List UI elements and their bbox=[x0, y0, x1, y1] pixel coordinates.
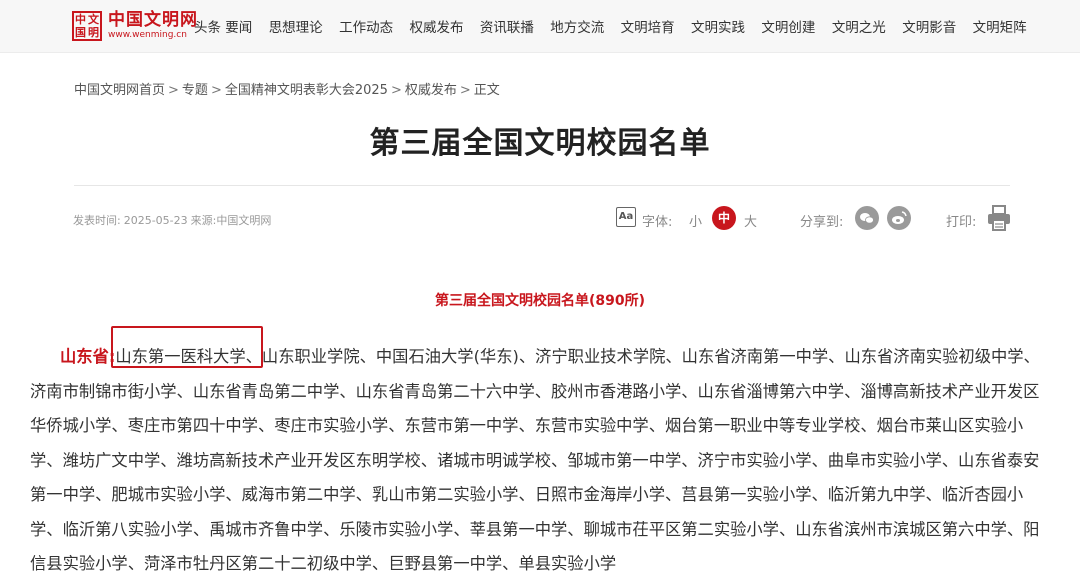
nav-item-light[interactable]: 文明之光 bbox=[832, 16, 886, 36]
nav-item-practice[interactable]: 文明实践 bbox=[691, 16, 745, 36]
site-name: 中国文明网 bbox=[108, 10, 198, 30]
logo-seal-icon: 中 文 国 明 bbox=[72, 11, 102, 41]
font-label: 字体: bbox=[642, 215, 673, 230]
article-tools: Aa 字体: 小 中 大 分享到: 打印: bbox=[0, 200, 1080, 240]
share-label: 分享到: bbox=[800, 215, 844, 230]
site-domain: www.wenming.cn bbox=[108, 30, 187, 40]
weibo-icon[interactable] bbox=[887, 206, 911, 230]
nav-item-creation[interactable]: 文明创建 bbox=[761, 16, 815, 36]
page-title: 第三届全国文明校园名单 bbox=[369, 126, 711, 161]
nav-item-matrix[interactable]: 文明矩阵 bbox=[973, 16, 1027, 36]
wechat-icon[interactable] bbox=[855, 206, 879, 230]
nav-item-news[interactable]: 资讯联播 bbox=[480, 16, 534, 36]
title-divider bbox=[74, 185, 1010, 186]
nav-item-theory[interactable]: 思想理论 bbox=[269, 16, 323, 36]
breadcrumb: 中国文明网首页 > 专题 > 全国精神文明表彰大会2025 > 权威发布 > 正文 bbox=[74, 83, 500, 98]
nav-item-work[interactable]: 工作动态 bbox=[339, 16, 393, 36]
site-logo[interactable]: 中 文 国 明 中国文明网 www.wenming.cn bbox=[72, 9, 198, 43]
breadcrumb-release[interactable]: 权威发布 bbox=[405, 83, 457, 98]
font-size-small-button[interactable]: 小 bbox=[689, 211, 702, 230]
province-label: 山东省: bbox=[60, 347, 116, 366]
nav-item-media[interactable]: 文明影音 bbox=[902, 16, 956, 36]
font-size-medium-button[interactable]: 中 bbox=[712, 206, 736, 230]
wechat-share-glyph bbox=[860, 213, 874, 224]
nav-item-cultivation[interactable]: 文明培育 bbox=[621, 16, 675, 36]
print-label: 打印: bbox=[946, 215, 977, 230]
list-subheading: 第三届全国文明校园名单(890所) bbox=[434, 293, 646, 309]
font-size-large-button[interactable]: 大 bbox=[744, 211, 757, 230]
breadcrumb-topic[interactable]: 专题 bbox=[182, 83, 208, 98]
top-navigation-bar: 中 文 国 明 中国文明网 www.wenming.cn 头条 要闻 思想理论 … bbox=[0, 0, 1080, 53]
font-size-icon: Aa bbox=[616, 207, 636, 227]
breadcrumb-conference[interactable]: 全国精神文明表彰大会2025 bbox=[225, 83, 388, 98]
highlighted-school: 山东第一医科大学、 bbox=[115, 347, 262, 366]
main-nav: 头条 要闻 思想理论 工作动态 权威发布 资讯联播 地方交流 文明培育 文明实践… bbox=[194, 0, 1043, 52]
nav-item-local[interactable]: 地方交流 bbox=[550, 16, 604, 36]
article-body: 山东省:山东第一医科大学、山东职业学院、中国石油大学(华东)、济宁职业技术学院、… bbox=[30, 340, 1040, 582]
nav-item-release[interactable]: 权威发布 bbox=[409, 16, 463, 36]
breadcrumb-home[interactable]: 中国文明网首页 bbox=[74, 83, 165, 98]
weibo-share-glyph bbox=[892, 211, 907, 224]
breadcrumb-current: 正文 bbox=[473, 83, 500, 98]
nav-item-headlines[interactable]: 头条 要闻 bbox=[194, 16, 252, 36]
print-icon[interactable] bbox=[986, 204, 1012, 232]
school-list: 山东职业学院、中国石油大学(华东)、济宁职业技术学院、山东省济南第一中学、山东省… bbox=[30, 347, 1040, 573]
